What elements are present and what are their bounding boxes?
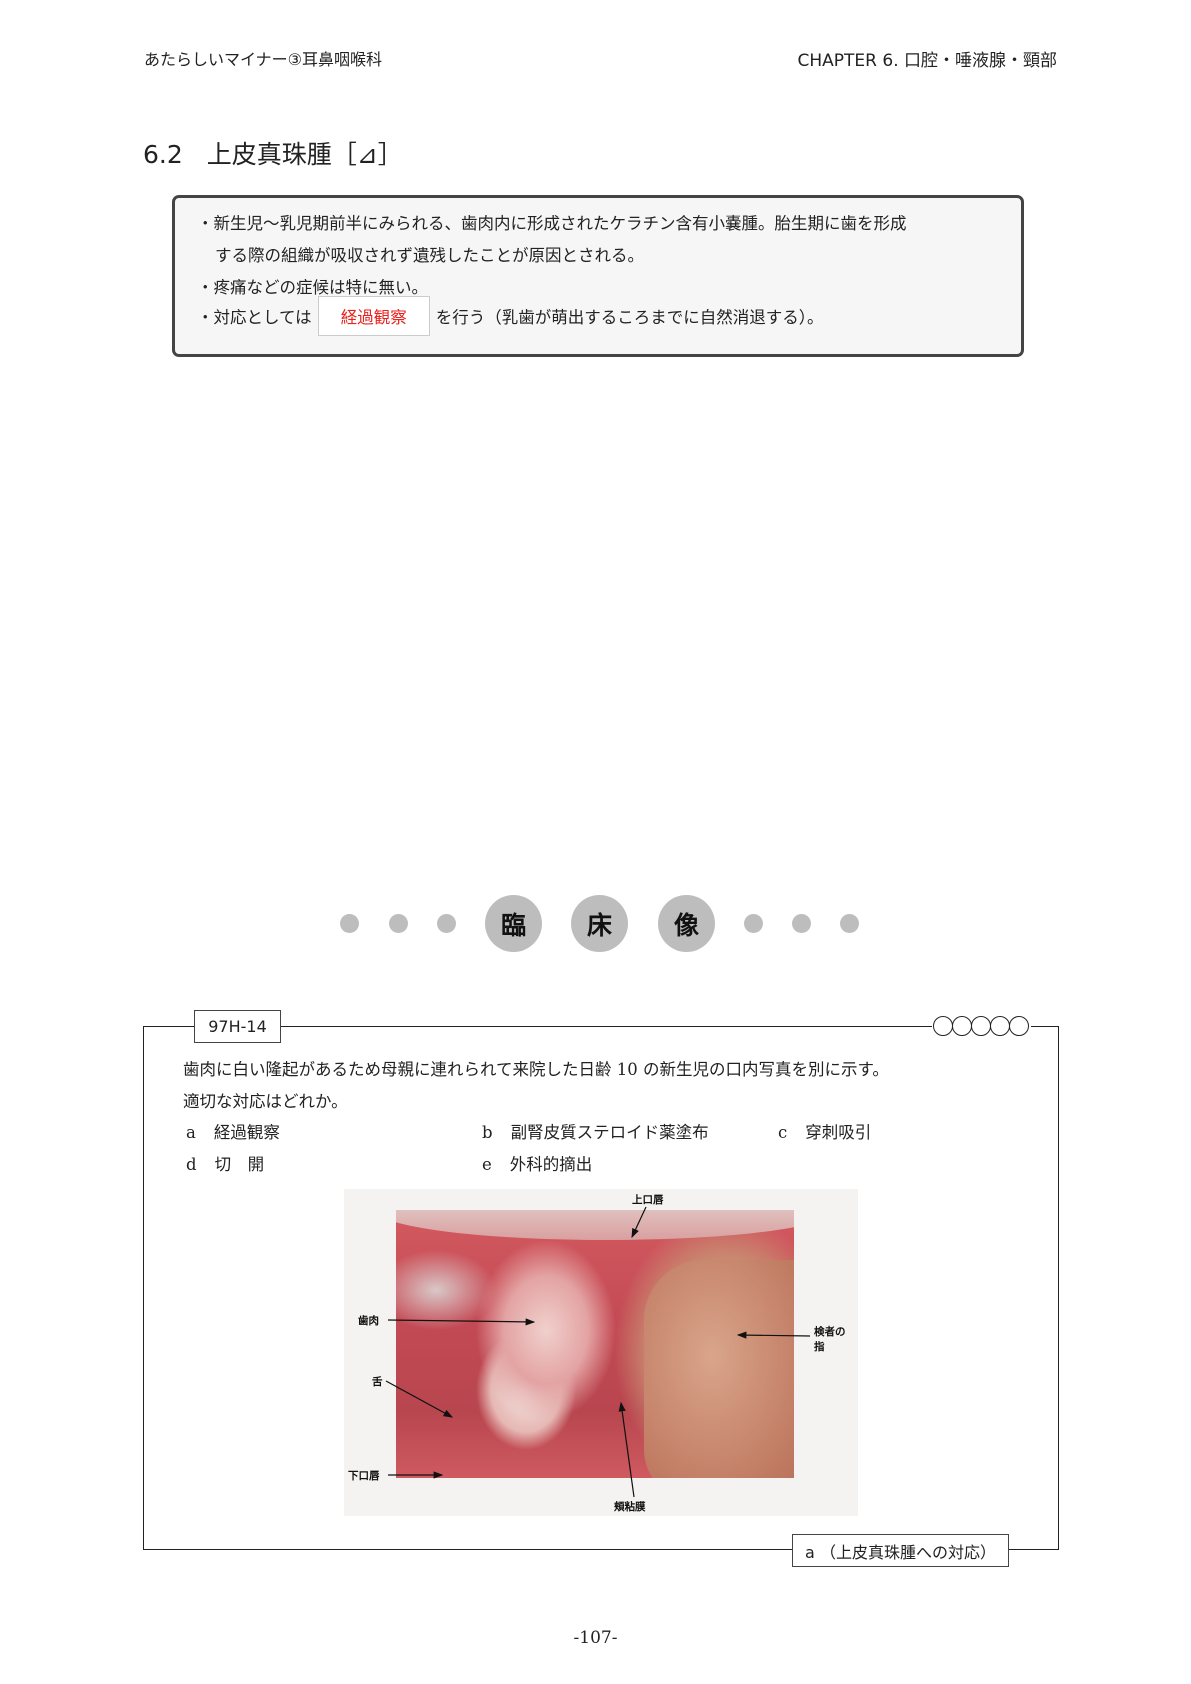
arrow — [618, 1401, 635, 1498]
option-a[interactable]: a 経過観察 — [186, 1119, 280, 1143]
section-title: 6.2 上皮真珠腫［⊿］ — [143, 135, 403, 171]
question-stem: 適切な対応はどれか。 — [183, 1092, 348, 1111]
decorative-dot — [744, 914, 763, 933]
option-text: 切 開 — [214, 1155, 265, 1174]
question-id: 97H-14 — [194, 1010, 281, 1043]
arrow — [631, 1206, 647, 1239]
decorative-dot — [340, 914, 359, 933]
option-c[interactable]: c 穿刺吸引 — [778, 1119, 871, 1143]
running-header-book: あたらしいマイナー③耳鼻咽喉科 — [144, 50, 383, 69]
label-examiner-finger: 検者の指 — [814, 1326, 846, 1353]
label-lower-lip: 下口唇 — [348, 1470, 380, 1482]
option-d[interactable]: d切 開 — [186, 1151, 264, 1175]
heading-char: 臨 — [485, 895, 542, 952]
heading-char: 像 — [658, 895, 715, 952]
answer-box: a （上皮真珠腫への対応） — [792, 1534, 1009, 1567]
option-text: 経過観察 — [213, 1123, 280, 1142]
page-number: -107- — [573, 1628, 618, 1648]
decorative-dot — [792, 914, 811, 933]
decorative-dot — [840, 914, 859, 933]
option-e[interactable]: e 外科的摘出 — [482, 1151, 592, 1175]
answer-blank[interactable]: 経過観察 — [317, 296, 430, 336]
option-text: 外科的摘出 — [509, 1155, 593, 1174]
arrow — [736, 1331, 811, 1339]
circle-icon — [990, 1016, 1010, 1036]
option-text: 穿刺吸引 — [805, 1123, 872, 1142]
summary-line: ・新生児〜乳児期前半にみられる、歯肉内に形成されたケラチン含有小嚢腫。胎生期に歯… — [197, 214, 907, 233]
summary-box: ・新生児〜乳児期前半にみられる、歯肉内に形成されたケラチン含有小嚢腫。胎生期に歯… — [172, 195, 1024, 357]
section-number: 6.2 — [143, 140, 183, 169]
label-tongue: 舌 — [372, 1376, 383, 1388]
option-b[interactable]: b 副腎皮質ステロイド薬塗布 — [482, 1119, 709, 1143]
option-key: c — [778, 1123, 788, 1142]
summary-line: する際の組織が吸収されず遺残したことが原因とされる。 — [215, 246, 644, 265]
option-key: e — [482, 1155, 492, 1174]
option-key: b — [482, 1123, 493, 1142]
circle-icon — [1009, 1016, 1029, 1036]
summary-line: ・疼痛などの症候は特に無い。 — [197, 278, 428, 297]
heading-char: 床 — [571, 895, 628, 952]
summary-line: ・対応としては 経過観察 を行う（乳歯が萌出するころまでに自然消退する）。 — [197, 296, 823, 336]
circle-icon — [933, 1016, 953, 1036]
question-stem: 歯肉に白い隆起があるため母親に連れられて来院した日齢 10 の新生児の口内写真を… — [183, 1060, 889, 1079]
summary-text: ・対応としては — [197, 308, 312, 327]
label-buccal-mucosa: 頬粘膜 — [614, 1501, 646, 1513]
arrow — [387, 1318, 536, 1326]
decorative-dot — [389, 914, 408, 933]
option-key: a — [186, 1123, 196, 1142]
decorative-dot — [437, 914, 456, 933]
difficulty-rating — [932, 1016, 1031, 1036]
summary-text: を行う（乳歯が萌出するころまでに自然消退する）。 — [435, 308, 824, 327]
label-gingiva: 歯肉 — [358, 1315, 379, 1327]
label-upper-lip: 上口唇 — [632, 1194, 664, 1206]
section-title-text: 上皮真珠腫［⊿］ — [206, 140, 403, 169]
running-header-chapter: CHAPTER 6. 口腔・唾液腺・頸部 — [797, 51, 1058, 71]
arrow — [385, 1380, 454, 1418]
circle-icon — [971, 1016, 991, 1036]
option-text: 副腎皮質ステロイド薬塗布 — [510, 1123, 709, 1142]
option-key: d — [186, 1155, 197, 1174]
circle-icon — [952, 1016, 972, 1036]
photo-arrows — [385, 1206, 811, 1498]
clinical-photo: 上口唇 歯肉 舌 下口唇 検者の指 頬粘膜 — [344, 1189, 858, 1516]
